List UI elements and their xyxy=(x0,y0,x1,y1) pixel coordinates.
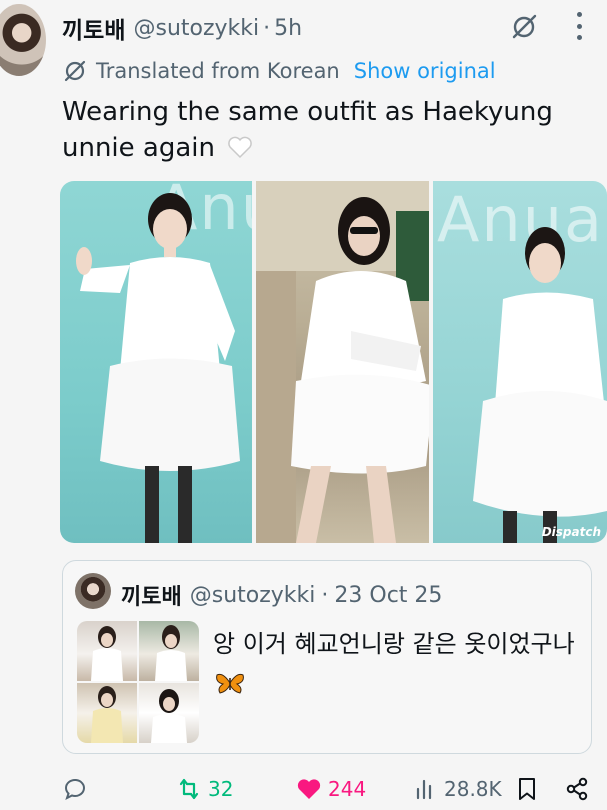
show-original-link[interactable]: Show original xyxy=(354,59,496,83)
quote-date: 23 Oct 25 xyxy=(334,582,443,608)
quote-text-content: 앙 이거 혜교언니랑 같은 옷이었구나 xyxy=(213,630,575,658)
quote-photo xyxy=(77,621,137,681)
quote-avatar xyxy=(75,573,111,609)
quote-media xyxy=(77,621,199,743)
views-icon xyxy=(416,779,432,800)
photo-1[interactable]: Anu xyxy=(60,181,252,543)
avatar[interactable] xyxy=(0,4,46,76)
photo-3[interactable]: Anua Dispatch xyxy=(433,181,607,543)
tweet-media[interactable]: Anu Anua xyxy=(60,181,607,543)
author-handle[interactable]: @sutozykki xyxy=(133,16,259,41)
reply-button[interactable] xyxy=(62,776,88,802)
share-icon xyxy=(566,777,588,801)
photo-subject xyxy=(256,181,429,543)
translated-label: Translated from Korean xyxy=(96,59,340,83)
tweet-timestamp[interactable]: 5h xyxy=(274,16,302,41)
retweet-icon xyxy=(179,778,199,800)
translation-row: Translated from Korean Show original xyxy=(62,55,496,87)
quote-header: 끼토배 @sutozykki · 23 Oct 25 xyxy=(121,579,442,611)
tweet-text-content: Wearing the same outfit as Haekyung unni… xyxy=(62,97,553,163)
views-button[interactable]: 28.8K xyxy=(412,776,502,802)
quote-tweet[interactable]: 끼토배 @sutozykki · 23 Oct 25 앙 이거 혜교언니랑 같은… xyxy=(62,560,592,754)
quote-photo xyxy=(139,621,199,681)
photo-subject xyxy=(76,193,240,543)
reply-icon xyxy=(64,778,85,800)
quote-separator: · xyxy=(321,582,329,608)
photo-2[interactable] xyxy=(256,181,429,543)
share-button[interactable] xyxy=(564,776,590,802)
retweet-button[interactable]: 32 xyxy=(176,776,233,802)
translate-icon xyxy=(62,58,88,84)
photo-subject xyxy=(473,227,607,543)
quote-text: 앙 이거 혜교언니랑 같은 옷이었구나 xyxy=(213,625,583,701)
quote-author-handle: @sutozykki xyxy=(189,582,316,608)
bookmark-button[interactable] xyxy=(514,776,540,802)
tweet-text: Wearing the same outfit as Haekyung unni… xyxy=(62,94,582,166)
action-bar: 32 244 28.8K xyxy=(0,772,607,810)
more-icon[interactable] xyxy=(573,12,585,40)
header-separator: · xyxy=(263,15,271,41)
like-button[interactable]: 244 xyxy=(296,776,366,802)
quote-photo xyxy=(139,683,199,743)
bookmark-icon xyxy=(519,778,535,800)
photo-watermark: Dispatch xyxy=(541,525,601,539)
white-heart-emoji xyxy=(227,133,253,159)
like-count: 244 xyxy=(328,777,367,801)
like-icon xyxy=(297,779,321,799)
views-count: 28.8K xyxy=(444,777,502,801)
butterfly-emoji xyxy=(215,667,245,694)
grok-icon[interactable] xyxy=(509,12,539,42)
quote-author-display-name: 끼토배 xyxy=(121,585,182,610)
retweet-count: 32 xyxy=(208,777,234,801)
author-display-name[interactable]: 끼토배 xyxy=(62,11,125,45)
quote-photo xyxy=(77,683,137,743)
